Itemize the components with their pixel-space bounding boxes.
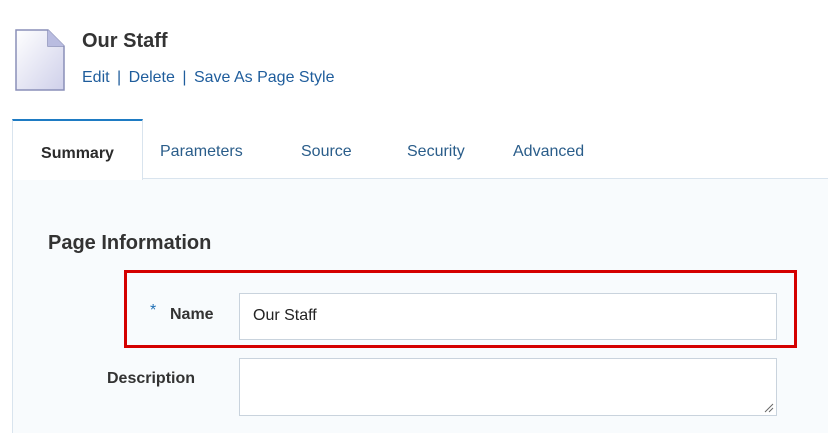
separator: | — [117, 69, 122, 86]
page-document-icon — [12, 28, 68, 94]
required-marker: * — [150, 302, 157, 319]
page-editor: Our Staff Edit | Delete | Save As Page S… — [0, 0, 828, 433]
save-as-page-style-link[interactable]: Save As Page Style — [194, 69, 335, 86]
description-label: Description — [107, 370, 196, 387]
tab-advanced[interactable]: Advanced — [513, 143, 584, 161]
separator: | — [182, 69, 187, 86]
section-title: Page Information — [48, 232, 212, 254]
name-label: Name — [170, 306, 214, 323]
tab-source[interactable]: Source — [301, 143, 352, 161]
tab-bar: Summary Parameters Source Security Advan… — [0, 119, 828, 180]
tab-summary[interactable]: Summary — [12, 119, 143, 180]
delete-link[interactable]: Delete — [129, 69, 175, 86]
resize-grip-icon[interactable] — [762, 401, 774, 413]
description-textarea[interactable] — [239, 358, 777, 416]
page-title: Our Staff — [82, 30, 168, 52]
page-actions: Edit | Delete | Save As Page Style — [82, 69, 334, 87]
tab-security[interactable]: Security — [407, 143, 465, 161]
edit-link[interactable]: Edit — [82, 69, 110, 86]
name-input[interactable]: Our Staff — [239, 293, 777, 340]
tab-parameters[interactable]: Parameters — [160, 143, 243, 161]
tab-divider — [143, 178, 828, 179]
